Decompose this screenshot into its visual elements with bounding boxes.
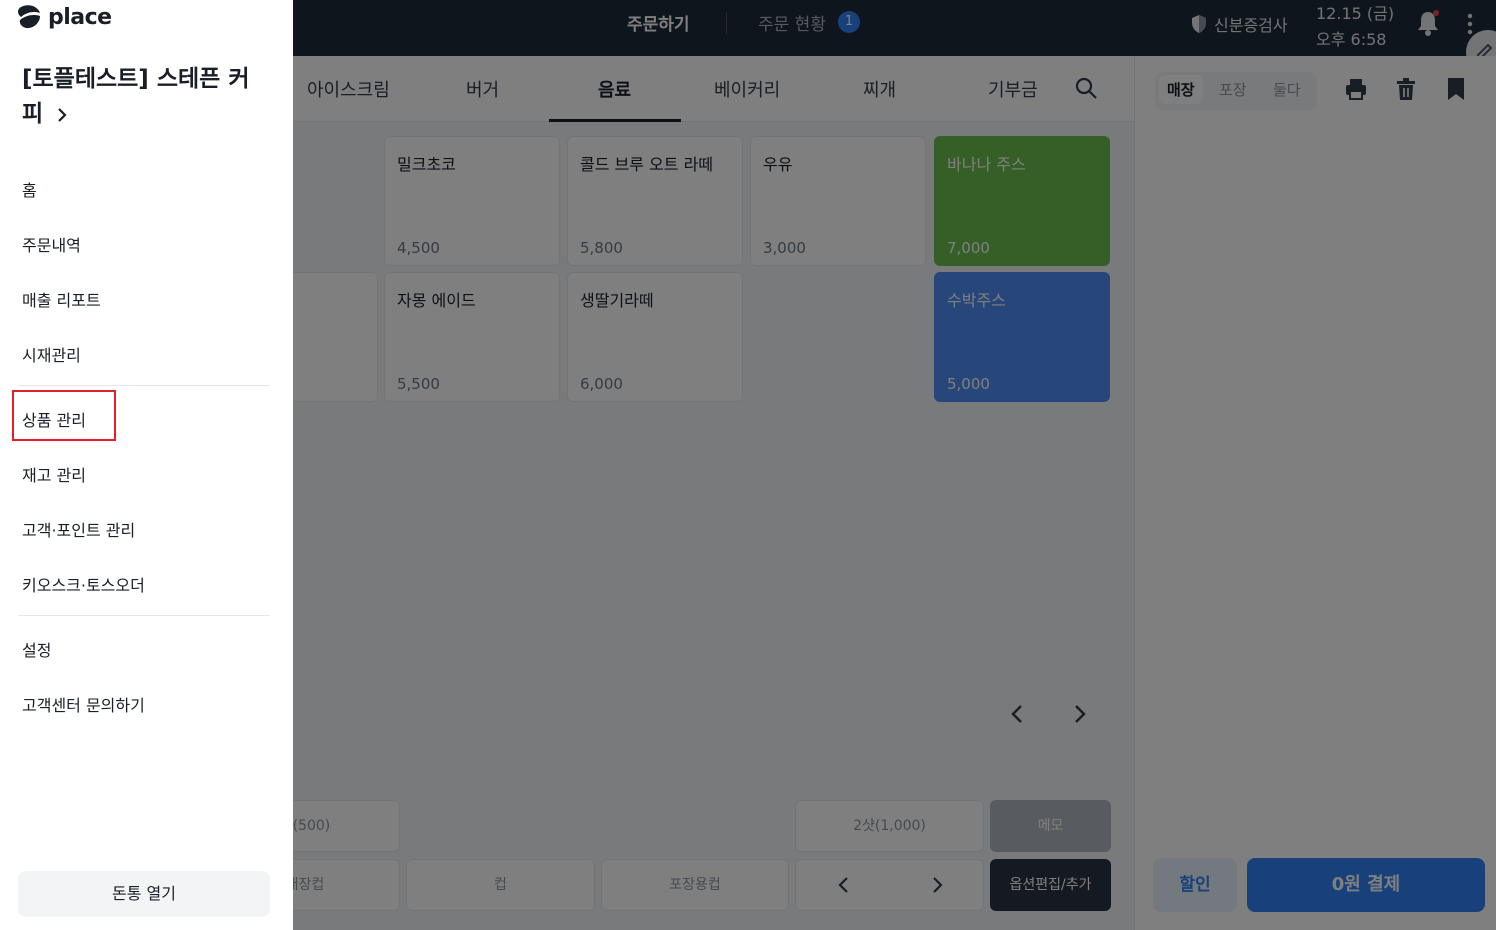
menu-support[interactable]: 고객센터 문의하기 xyxy=(22,692,145,716)
menu-stock-management[interactable]: 재고 관리 xyxy=(22,462,86,486)
open-cashbox-button[interactable]: 돈통 열기 xyxy=(18,871,270,917)
menu-order-history[interactable]: 주문내역 xyxy=(22,232,81,256)
logo: place xyxy=(16,4,112,30)
highlight-box xyxy=(12,390,116,441)
logo-text: place xyxy=(48,4,112,30)
place-logo-icon xyxy=(18,5,40,29)
chevron-right-icon xyxy=(58,107,67,122)
menu-settings[interactable]: 설정 xyxy=(22,637,51,661)
menu-kiosk-tossorder[interactable]: 키오스크·토스오더 xyxy=(22,572,145,596)
menu-divider xyxy=(18,615,270,616)
store-name-button[interactable]: [토플테스트] 스테픈 커피 xyxy=(22,62,262,132)
menu-sales-report[interactable]: 매출 리포트 xyxy=(22,287,101,311)
menu-customer-point-management[interactable]: 고객·포인트 관리 xyxy=(22,517,135,541)
menu-time-management[interactable]: 시재관리 xyxy=(22,342,81,366)
side-drawer: place [토플테스트] 스테픈 커피 홈 주문내역 매출 리포트 시재관리 … xyxy=(0,0,293,930)
menu-home[interactable]: 홈 xyxy=(22,177,37,201)
menu-divider xyxy=(18,385,270,386)
